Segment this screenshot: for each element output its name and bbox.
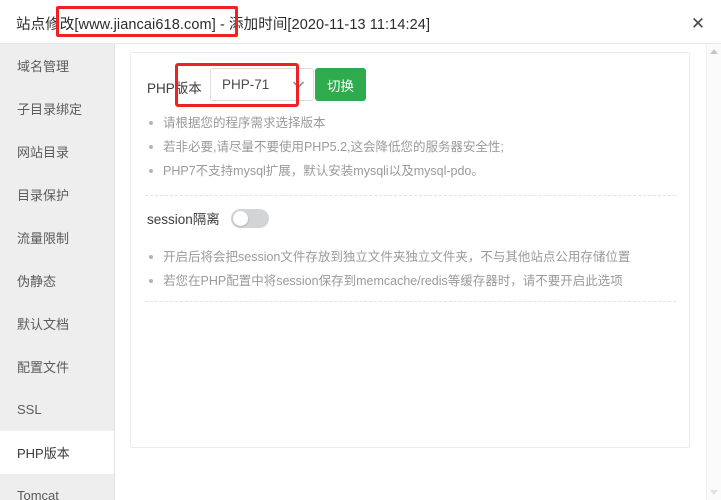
sidebar-item-1[interactable]: 子目录绑定 [0, 87, 114, 130]
chevron-down-icon [293, 81, 304, 88]
vertical-scrollbar[interactable] [706, 44, 721, 500]
title-timestamp: 2020-11-13 11:14:24 [291, 17, 426, 33]
php-version-select[interactable]: PHP-71 [210, 68, 314, 101]
title-prefix: 站点修改[ [16, 17, 79, 33]
sidebar-item-0[interactable]: 域名管理 [0, 44, 114, 87]
list-item: PHP7不支持mysql扩展，默认安装mysqli以及mysql-pdo。 [147, 159, 504, 183]
sidebar-item-label: SSL [17, 402, 42, 417]
sidebar-item-label: 子目录绑定 [17, 102, 83, 117]
scroll-up-arrow-icon[interactable] [710, 49, 718, 54]
session-isolation-toggle[interactable] [230, 208, 269, 228]
sidebar-item-9[interactable]: PHP版本 [0, 431, 114, 474]
sidebar-item-7[interactable]: 配置文件 [0, 345, 114, 388]
sidebar-item-label: PHP版本 [17, 446, 70, 461]
close-icon[interactable]: ✕ [685, 10, 711, 36]
sidebar-item-10[interactable]: Tomcat [0, 474, 114, 500]
sidebar-item-4[interactable]: 流量限制 [0, 216, 114, 259]
sidebar-item-2[interactable]: 网站目录 [0, 130, 114, 173]
php-version-label: PHP版本 [147, 81, 202, 96]
panel-divider-top [145, 195, 676, 196]
sidebar-item-label: 网站目录 [17, 145, 70, 160]
list-item: 开启后将会把session文件存放到独立文件夹独立文件夹，不与其他站点公用存储位… [147, 245, 630, 269]
title-suffix: ] [425, 17, 431, 33]
list-item: 请根据您的程序需求选择版本 [147, 111, 504, 135]
sidebar-item-label: Tomcat [17, 488, 59, 500]
sidebar-item-3[interactable]: 目录保护 [0, 173, 114, 216]
dialog-content: PHP版本 PHP-71 切换 请根据您的程序需求选择版本 若非必要,请尽量不要使… [116, 44, 721, 500]
scroll-down-arrow-icon[interactable] [710, 490, 718, 495]
sidebar-item-6[interactable]: 默认文档 [0, 302, 114, 345]
panel-divider-bottom [145, 301, 676, 302]
php-notes-list: 请根据您的程序需求选择版本 若非必要,请尽量不要使用PHP5.2,这会降低您的服务… [147, 111, 504, 183]
sidebar-item-8[interactable]: SSL [0, 388, 114, 431]
sidebar-item-label: 默认文档 [17, 317, 70, 332]
list-item: 若您在PHP配置中将session保存到memcache/redis等缓存器时，… [147, 269, 630, 293]
title-domain: www.jiancai618.com [78, 17, 212, 33]
toggle-knob [232, 210, 248, 226]
sidebar-item-label: 配置文件 [17, 360, 70, 375]
sidebar-item-label: 目录保护 [17, 188, 70, 203]
sidebar-item-label: 流量限制 [17, 231, 70, 246]
sidebar-item-5[interactable]: 伪静态 [0, 259, 114, 302]
title-mid: ] - 添加时间[ [211, 17, 292, 33]
session-notes-list: 开启后将会把session文件存放到独立文件夹独立文件夹，不与其他站点公用存储位… [147, 245, 630, 293]
session-isolation-row: session隔离 [147, 208, 269, 228]
switch-php-version-button[interactable]: 切换 [315, 68, 366, 101]
dialog-sidebar: 域名管理子目录绑定网站目录目录保护流量限制伪静态默认文档配置文件 SSL PHP版本… [0, 44, 115, 500]
list-item: 若非必要,请尽量不要使用PHP5.2,这会降低您的服务器安全性; [147, 135, 504, 159]
dialog-title: 站点修改[www.jiancai618.com] - 添加时间[2020-11-… [16, 13, 430, 34]
sidebar-item-label: 域名管理 [17, 59, 70, 74]
sidebar-item-label: 伪静态 [17, 274, 57, 289]
php-version-panel: PHP版本 PHP-71 切换 请根据您的程序需求选择版本 若非必要,请尽量不要使… [130, 52, 690, 448]
php-version-selected-value: PHP-71 [222, 77, 270, 92]
session-isolation-label: session隔离 [147, 212, 220, 227]
dialog-titlebar: 站点修改[www.jiancai618.com] - 添加时间[2020-11-… [0, 0, 721, 44]
php-version-row: PHP版本 PHP-71 切换 [131, 63, 689, 107]
site-modify-dialog: 站点修改[www.jiancai618.com] - 添加时间[2020-11-… [0, 0, 721, 500]
